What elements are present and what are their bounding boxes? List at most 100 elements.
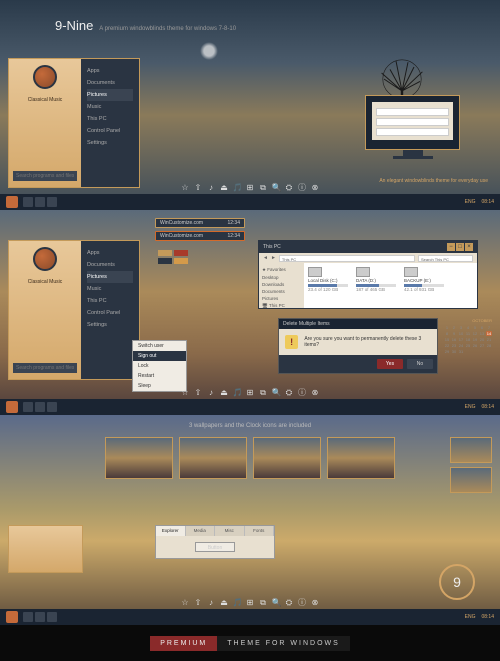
context-item[interactable]: Switch user (133, 341, 186, 351)
taskbar-app-icon[interactable] (23, 612, 33, 622)
dock-icon[interactable]: ⏏ (220, 183, 229, 192)
calendar-day[interactable]: 31 (458, 349, 464, 354)
address-bar[interactable]: This PC (279, 255, 415, 262)
explorer-search[interactable]: Search This PC (418, 255, 473, 262)
dock-icon[interactable]: ⇧ (194, 388, 203, 397)
explorer-window[interactable]: This PC −□× ◄► This PC Search This PC ★ … (258, 240, 478, 309)
taskbar-app-icon[interactable] (47, 402, 57, 412)
config-tab[interactable]: Explorer (156, 526, 186, 536)
nav-back-icon[interactable]: ◄ (263, 255, 268, 261)
sidebar-item[interactable]: Pictures (262, 295, 301, 302)
dock-icon[interactable]: ⓘ (298, 598, 307, 607)
dock-icon[interactable]: ⊞ (246, 598, 255, 607)
calendar-day[interactable]: 11 (465, 331, 471, 336)
start-button[interactable] (6, 611, 18, 623)
calendar-day[interactable]: 1 (444, 325, 450, 330)
window-tab[interactable]: WinCustomize.com12:34 (155, 231, 245, 241)
nav-fwd-icon[interactable]: ► (271, 255, 276, 261)
start-menu-item[interactable]: Control Panel (87, 307, 133, 319)
dock-icon[interactable]: ⊗ (311, 598, 320, 607)
taskbar-app-icon[interactable] (23, 402, 33, 412)
start-menu-item[interactable]: Music (87, 101, 133, 113)
calendar-day[interactable]: 29 (444, 349, 450, 354)
tray-clock[interactable]: 08:14 (481, 404, 494, 410)
dock-icon[interactable]: ⊗ (311, 388, 320, 397)
start-menu-item[interactable]: Control Panel (87, 125, 133, 137)
calendar-day[interactable]: 24 (458, 343, 464, 348)
drive-item[interactable]: BACKUP (E:)42.1 of 931 GB (404, 267, 444, 304)
taskbar-app-icon[interactable] (47, 197, 57, 207)
dock-icon[interactable]: ♪ (207, 183, 216, 192)
dock-icon[interactable]: ⧉ (259, 388, 268, 397)
start-menu-item[interactable]: Settings (87, 137, 133, 149)
start-menu[interactable]: Classical Music AppsDocumentsPicturesMus… (8, 240, 140, 380)
start-menu-item[interactable]: Pictures (87, 89, 133, 101)
tray-clock[interactable]: 08:14 (481, 199, 494, 205)
calendar-day[interactable]: 13 (479, 331, 485, 336)
explorer-content[interactable]: Local Disk (C:)23.4 of 120 GBDATA (D:)18… (304, 263, 477, 308)
dock-icon[interactable]: ⛭ (285, 183, 294, 192)
explorer-sidebar[interactable]: ★ FavoritesDesktopDownloadsDocumentsPict… (259, 263, 304, 308)
dock-icon[interactable]: ⊞ (246, 183, 255, 192)
calendar-day[interactable]: 14 (486, 331, 492, 336)
taskbar[interactable]: ENG08:14 (0, 609, 500, 625)
calendar-day[interactable]: 23 (451, 343, 457, 348)
sample-button[interactable]: Button (195, 542, 235, 552)
config-window[interactable]: ExplorerMediaMiscFonts Button (155, 525, 275, 559)
user-avatar[interactable] (33, 247, 57, 271)
context-item[interactable]: Lock (133, 361, 186, 371)
yes-button[interactable]: Yes (377, 359, 403, 369)
color-swatch[interactable] (158, 250, 172, 256)
calendar-day[interactable]: 25 (465, 343, 471, 348)
taskbar-app-icon[interactable] (23, 197, 33, 207)
power-menu[interactable]: Switch userSign outLockRestartSleep (132, 340, 187, 392)
style-preview-thumb[interactable] (450, 467, 492, 493)
start-menu-item[interactable]: Music (87, 283, 133, 295)
calendar-day[interactable]: 15 (444, 337, 450, 342)
start-menu-item[interactable]: This PC (87, 113, 133, 125)
dock-icon[interactable]: ☆ (181, 598, 190, 607)
calendar-day[interactable]: 28 (486, 343, 492, 348)
dock-icon[interactable]: 🔍 (272, 598, 281, 607)
start-menu[interactable]: Classical Music AppsDocumentsPicturesMus… (8, 58, 140, 188)
dock-icon[interactable]: ⊗ (311, 183, 320, 192)
calendar-day[interactable]: 7 (486, 325, 492, 330)
color-swatch[interactable] (174, 250, 188, 256)
calendar-day[interactable]: 4 (465, 325, 471, 330)
dock-icon[interactable]: ⇧ (194, 183, 203, 192)
window-tab[interactable]: WinCustomize.com12:34 (155, 218, 245, 228)
calendar-day[interactable]: 21 (486, 337, 492, 342)
dock-icon[interactable]: ♪ (207, 598, 216, 607)
calendar-day[interactable]: 10 (458, 331, 464, 336)
taskbar-app-icon[interactable] (47, 612, 57, 622)
dock-icon[interactable]: ⇧ (194, 598, 203, 607)
dock-icon[interactable]: 🎵 (233, 598, 242, 607)
dock-icon[interactable]: ⓘ (298, 183, 307, 192)
start-menu-item[interactable]: Documents (87, 259, 133, 271)
calendar-day[interactable]: 18 (465, 337, 471, 342)
context-item[interactable]: Sleep (133, 381, 186, 391)
dock-icon[interactable]: ⏏ (220, 598, 229, 607)
sidebar-item[interactable]: ★ Favorites (262, 266, 301, 274)
wallpaper-thumb[interactable] (179, 437, 247, 479)
calendar-day[interactable]: 30 (451, 349, 457, 354)
calendar-day[interactable]: 12 (472, 331, 478, 336)
dock-icon[interactable]: ☆ (181, 183, 190, 192)
dock-icon[interactable]: 🔍 (272, 183, 281, 192)
calendar-day[interactable]: 9 (451, 331, 457, 336)
color-swatch[interactable] (158, 258, 172, 264)
taskbar-app-icon[interactable] (35, 402, 45, 412)
wallpaper-thumb[interactable] (253, 437, 321, 479)
start-search-input[interactable] (13, 363, 77, 373)
dock-icon[interactable]: ♪ (207, 388, 216, 397)
tray-lang[interactable]: ENG (465, 404, 476, 410)
taskbar[interactable]: ENG 08:14 (0, 399, 500, 415)
start-menu-item[interactable]: Pictures (87, 271, 133, 283)
dock-icon[interactable]: 🎵 (233, 388, 242, 397)
start-menu-item[interactable]: Apps (87, 247, 133, 259)
dock-icon[interactable]: ⓘ (298, 388, 307, 397)
calendar-day[interactable]: 17 (458, 337, 464, 342)
taskbar-app-icon[interactable] (35, 612, 45, 622)
calendar-day[interactable]: 2 (451, 325, 457, 330)
context-item[interactable]: Sign out (133, 351, 186, 361)
